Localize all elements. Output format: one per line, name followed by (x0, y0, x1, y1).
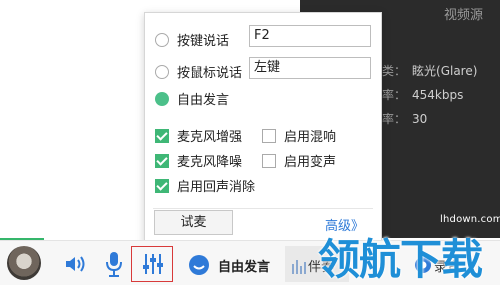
checkbox-noise-reduction[interactable] (155, 153, 169, 168)
radio-free-speak[interactable] (155, 91, 169, 106)
speaker-icon[interactable] (64, 253, 86, 275)
smile-icon[interactable] (188, 254, 210, 276)
video-info-value: 454kbps (412, 88, 464, 102)
equalizer-icon (292, 260, 306, 274)
option-label: 自由发言 (177, 93, 230, 108)
check-label: 启用变声 (284, 155, 337, 170)
mic-settings-popup: 按键说话 F2 按鼠标说话 左键 自由发言 麦克风增强 启用混响 麦克风降噪 启… (144, 12, 382, 246)
video-info-row: 类： 眩光(Glare) (382, 62, 477, 79)
video-info-key: 率： (382, 88, 407, 102)
active-indicator (0, 238, 44, 240)
video-info-value: 眩光(Glare) (412, 64, 478, 78)
option-label: 按鼠标说话 (177, 66, 243, 81)
free-speak-label[interactable]: 自由发言 (218, 256, 270, 275)
radio-push-key[interactable] (155, 32, 169, 47)
check-label: 启用回声消除 (177, 180, 256, 195)
checkbox-voice-change[interactable] (262, 153, 276, 168)
site-watermark-small: lhdown.com (440, 214, 500, 225)
mouse-button-field[interactable]: 左键 (249, 57, 371, 79)
video-info-row: 率： 30 (382, 110, 427, 127)
check-noise-reduction[interactable]: 麦克风降噪 (155, 151, 242, 170)
microphone-icon[interactable] (103, 250, 125, 278)
check-label: 麦克风降噪 (177, 155, 243, 170)
option-free-speak[interactable]: 自由发言 (155, 89, 229, 108)
radio-push-mouse[interactable] (155, 64, 169, 79)
divider (153, 208, 373, 209)
mixer-icon[interactable] (142, 252, 164, 276)
check-label: 麦克风增强 (177, 130, 243, 145)
test-mic-button[interactable]: 试麦 (154, 210, 233, 235)
site-watermark: 领航下载 (318, 235, 483, 284)
checkbox-mic-boost[interactable] (155, 128, 169, 143)
video-info-key: 率： (382, 112, 407, 126)
option-label: 按键说话 (177, 34, 230, 49)
option-push-key[interactable]: 按键说话 (155, 30, 229, 49)
video-info-key: 类： (382, 64, 407, 78)
video-source-title: 视频源 (444, 8, 484, 23)
video-info-value: 30 (412, 112, 428, 126)
check-reverb[interactable]: 启用混响 (262, 126, 336, 145)
checkbox-echo-cancel[interactable] (155, 178, 169, 193)
hotkey-field[interactable]: F2 (249, 25, 371, 47)
video-info-row: 率： 454kbps (382, 86, 463, 103)
check-label: 启用混响 (284, 130, 337, 145)
avatar[interactable] (7, 246, 41, 280)
check-echo-cancel[interactable]: 启用回声消除 (155, 176, 255, 195)
checkbox-reverb[interactable] (262, 128, 276, 143)
check-voice-change[interactable]: 启用变声 (262, 151, 336, 170)
check-mic-boost[interactable]: 麦克风增强 (155, 126, 242, 145)
option-push-mouse[interactable]: 按鼠标说话 (155, 62, 242, 81)
